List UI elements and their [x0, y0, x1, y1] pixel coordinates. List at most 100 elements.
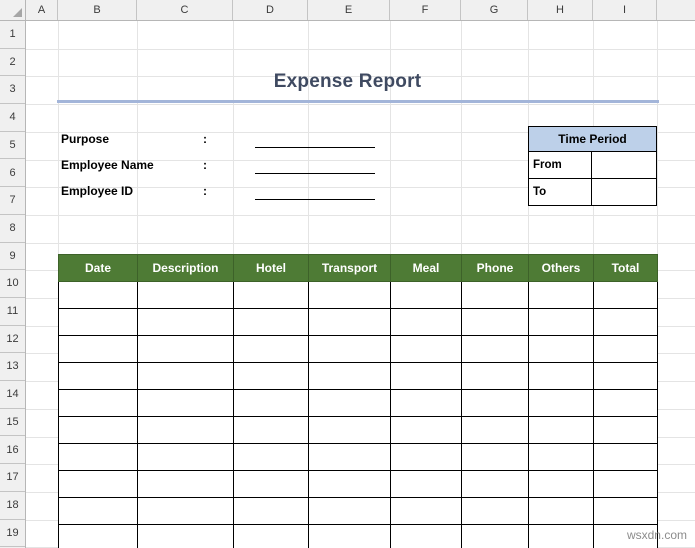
expense-cell-description[interactable] [137, 497, 234, 525]
expense-cell-transport[interactable] [308, 497, 391, 525]
expense-cell-description[interactable] [137, 389, 234, 417]
expense-cell-others[interactable] [528, 389, 594, 417]
expense-cell-others[interactable] [528, 335, 594, 363]
row-header-5[interactable]: 5 [0, 131, 25, 160]
expense-cell-phone[interactable] [461, 281, 529, 309]
row-header-9[interactable]: 9 [0, 242, 25, 271]
column-header-d[interactable]: D [233, 0, 308, 20]
expense-cell-meal[interactable] [390, 335, 462, 363]
row-header-18[interactable]: 18 [0, 491, 25, 520]
expense-cell-description[interactable] [137, 416, 234, 444]
expense-cell-phone[interactable] [461, 470, 529, 498]
expense-cell-hotel[interactable] [233, 524, 309, 548]
form-input-employee-name[interactable] [255, 173, 375, 174]
row-header-13[interactable]: 13 [0, 353, 25, 382]
row-header-12[interactable]: 12 [0, 325, 25, 354]
expense-cell-phone[interactable] [461, 497, 529, 525]
expense-cell-phone[interactable] [461, 335, 529, 363]
row-header-4[interactable]: 4 [0, 104, 25, 132]
row-header-1[interactable]: 1 [0, 21, 25, 49]
expense-cell-description[interactable] [137, 362, 234, 390]
expense-cell-phone[interactable] [461, 308, 529, 336]
expense-cell-meal[interactable] [390, 389, 462, 417]
expense-cell-transport[interactable] [308, 281, 391, 309]
row-header-10[interactable]: 10 [0, 270, 25, 298]
expense-cell-total[interactable] [593, 470, 658, 498]
column-header-h[interactable]: H [528, 0, 593, 20]
expense-cell-others[interactable] [528, 497, 594, 525]
expense-cell-phone[interactable] [461, 524, 529, 548]
select-all-corner[interactable] [0, 0, 26, 21]
expense-cell-others[interactable] [528, 308, 594, 336]
expense-cell-transport[interactable] [308, 362, 391, 390]
expense-cell-total[interactable] [593, 335, 658, 363]
expense-cell-hotel[interactable] [233, 362, 309, 390]
expense-cell-transport[interactable] [308, 524, 391, 548]
expense-cell-date[interactable] [58, 362, 138, 390]
time-period-value-to[interactable] [592, 178, 657, 206]
column-header-f[interactable]: F [390, 0, 461, 20]
expense-cell-phone[interactable] [461, 416, 529, 444]
row-header-8[interactable]: 8 [0, 214, 25, 243]
expense-cell-total[interactable] [593, 416, 658, 444]
expense-cell-date[interactable] [58, 335, 138, 363]
row-header-6[interactable]: 6 [0, 159, 25, 188]
form-input-purpose[interactable] [255, 147, 375, 148]
expense-cell-description[interactable] [137, 335, 234, 363]
expense-column-header-description[interactable]: Description [137, 254, 234, 282]
expense-cell-transport[interactable] [308, 416, 391, 444]
expense-column-header-hotel[interactable]: Hotel [233, 254, 309, 282]
expense-cell-others[interactable] [528, 443, 594, 471]
expense-cell-meal[interactable] [390, 524, 462, 548]
expense-cell-meal[interactable] [390, 308, 462, 336]
expense-cell-total[interactable] [593, 497, 658, 525]
expense-cell-transport[interactable] [308, 335, 391, 363]
expense-cell-date[interactable] [58, 470, 138, 498]
expense-column-header-others[interactable]: Others [528, 254, 594, 282]
expense-cell-transport[interactable] [308, 443, 391, 471]
column-header-g[interactable]: G [461, 0, 528, 20]
expense-cell-transport[interactable] [308, 389, 391, 417]
expense-column-header-meal[interactable]: Meal [390, 254, 462, 282]
expense-cell-meal[interactable] [390, 362, 462, 390]
expense-column-header-transport[interactable]: Transport [308, 254, 391, 282]
expense-cell-others[interactable] [528, 281, 594, 309]
expense-cell-hotel[interactable] [233, 308, 309, 336]
expense-cell-others[interactable] [528, 416, 594, 444]
expense-cell-date[interactable] [58, 389, 138, 417]
expense-cell-hotel[interactable] [233, 470, 309, 498]
expense-cell-description[interactable] [137, 443, 234, 471]
expense-cell-date[interactable] [58, 524, 138, 548]
expense-cell-transport[interactable] [308, 308, 391, 336]
expense-column-header-phone[interactable]: Phone [461, 254, 529, 282]
expense-cell-description[interactable] [137, 308, 234, 336]
expense-cell-meal[interactable] [390, 416, 462, 444]
expense-cell-total[interactable] [593, 443, 658, 471]
expense-cell-hotel[interactable] [233, 281, 309, 309]
row-header-15[interactable]: 15 [0, 408, 25, 437]
expense-cell-hotel[interactable] [233, 497, 309, 525]
column-header-c[interactable]: C [137, 0, 233, 20]
expense-cell-transport[interactable] [308, 470, 391, 498]
column-header-i[interactable]: I [593, 0, 657, 20]
row-header-2[interactable]: 2 [0, 48, 25, 77]
expense-cell-hotel[interactable] [233, 443, 309, 471]
expense-cell-description[interactable] [137, 281, 234, 309]
expense-cell-hotel[interactable] [233, 416, 309, 444]
expense-cell-date[interactable] [58, 443, 138, 471]
expense-cell-others[interactable] [528, 362, 594, 390]
row-header-19[interactable]: 19 [0, 519, 25, 548]
expense-column-header-date[interactable]: Date [58, 254, 138, 282]
column-header-e[interactable]: E [308, 0, 390, 20]
expense-cell-meal[interactable] [390, 443, 462, 471]
expense-cell-date[interactable] [58, 281, 138, 309]
row-header-17[interactable]: 17 [0, 464, 25, 492]
row-header-16[interactable]: 16 [0, 436, 25, 465]
expense-cell-meal[interactable] [390, 281, 462, 309]
row-header-11[interactable]: 11 [0, 298, 25, 326]
row-header-14[interactable]: 14 [0, 381, 25, 409]
expense-cell-total[interactable] [593, 362, 658, 390]
expense-cell-others[interactable] [528, 470, 594, 498]
form-input-employee-id[interactable] [255, 199, 375, 200]
row-header-3[interactable]: 3 [0, 76, 25, 105]
